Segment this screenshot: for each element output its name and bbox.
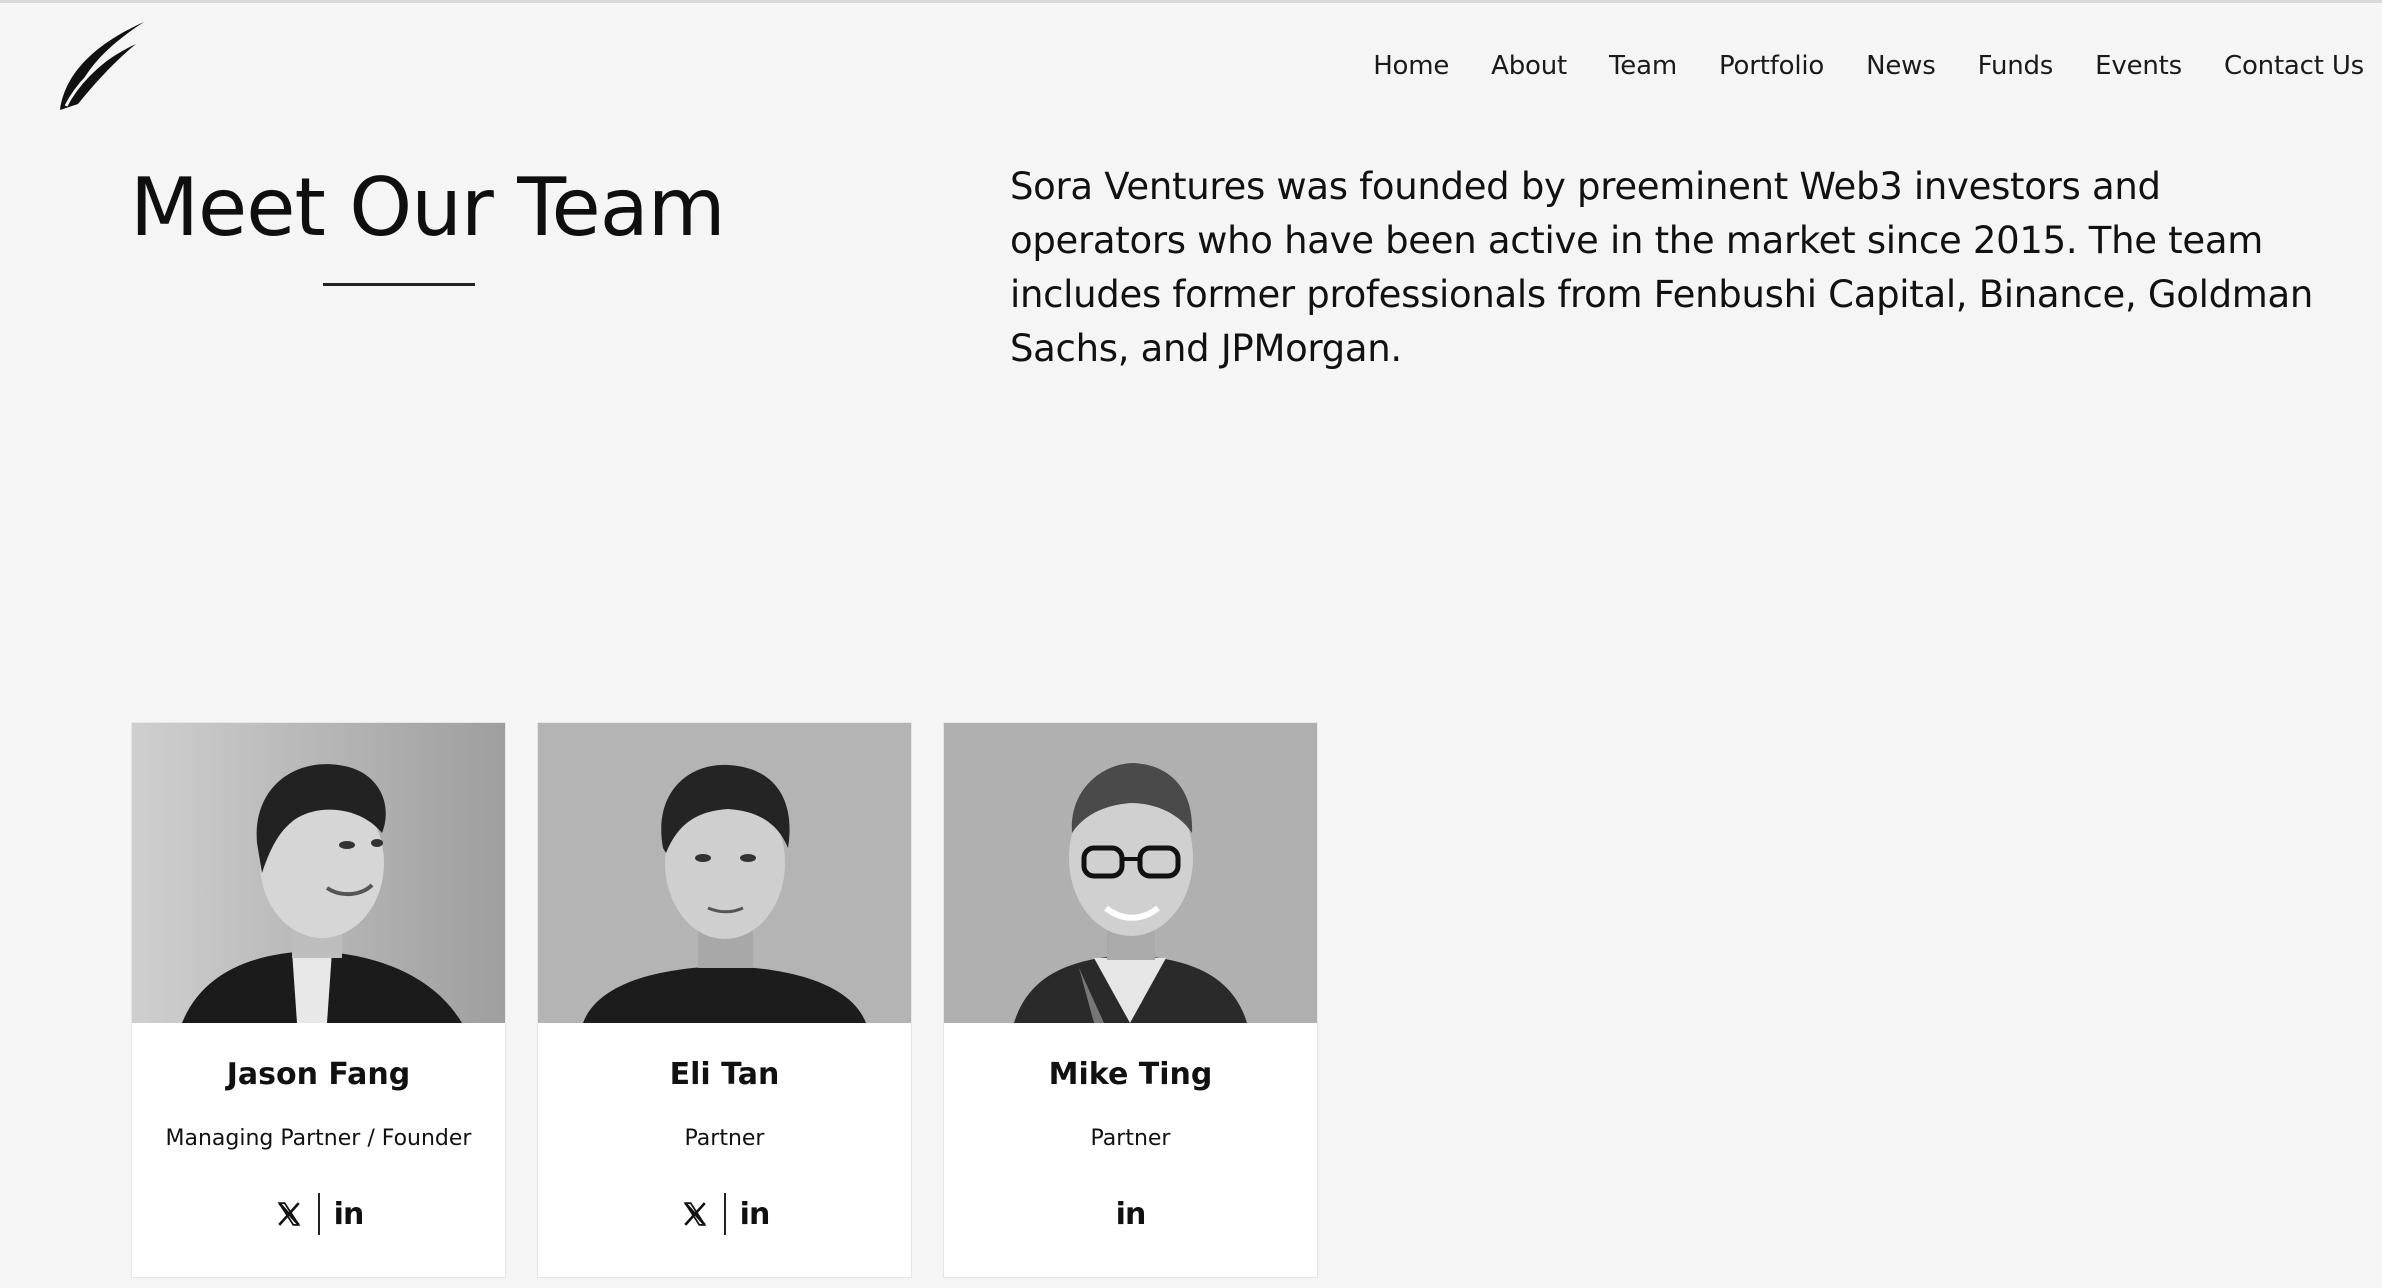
member-name: Eli Tan — [669, 1057, 780, 1092]
nav-about[interactable]: About — [1491, 46, 1567, 86]
linkedin-icon[interactable]: in — [332, 1194, 366, 1234]
nav-news[interactable]: News — [1866, 46, 1936, 86]
social-links: in — [132, 1193, 505, 1235]
nav-contact-us[interactable]: Contact Us — [2224, 46, 2364, 86]
x-icon[interactable] — [678, 1194, 712, 1234]
linkedin-icon[interactable]: in — [1114, 1194, 1148, 1234]
social-links: in — [538, 1193, 911, 1235]
nav-events[interactable]: Events — [2095, 46, 2182, 86]
team-cards: Jason Fang Managing Partner / Founder in… — [131, 722, 1318, 1278]
team-card-mike-ting: Mike Ting Partner in — [943, 722, 1318, 1278]
portrait-photo — [132, 723, 505, 1023]
team-heading-block: Meet Our Team — [130, 158, 726, 286]
member-name: Jason Fang — [226, 1057, 411, 1092]
member-role: Partner — [1090, 1126, 1171, 1151]
social-divider — [317, 1193, 320, 1235]
team-card-eli-tan: Eli Tan Partner in — [537, 722, 912, 1278]
nav-home[interactable]: Home — [1373, 46, 1449, 86]
team-intro-text: Sora Ventures was founded by preeminent … — [1010, 165, 2314, 370]
title-underline — [323, 283, 475, 286]
nav-funds[interactable]: Funds — [1978, 46, 2054, 86]
team-card-jason-fang: Jason Fang Managing Partner / Founder in — [131, 722, 506, 1278]
page-title: Meet Our Team — [130, 161, 726, 254]
member-name: Mike Ting — [1048, 1057, 1213, 1092]
portrait-photo — [538, 723, 911, 1023]
feather-logo-icon[interactable] — [56, 20, 148, 112]
social-links: in — [944, 1193, 1317, 1235]
site-header: Home About Team Portfolio News Funds Eve… — [0, 0, 2382, 130]
member-role: Managing Partner / Founder — [165, 1126, 472, 1151]
x-icon[interactable] — [272, 1194, 306, 1234]
social-divider — [723, 1193, 726, 1235]
linkedin-icon[interactable]: in — [738, 1194, 772, 1234]
main-nav: Home About Team Portfolio News Funds Eve… — [1373, 46, 2364, 86]
portrait-photo — [944, 723, 1317, 1023]
member-role: Partner — [684, 1126, 765, 1151]
nav-portfolio[interactable]: Portfolio — [1719, 46, 1824, 86]
nav-team[interactable]: Team — [1609, 46, 1677, 86]
